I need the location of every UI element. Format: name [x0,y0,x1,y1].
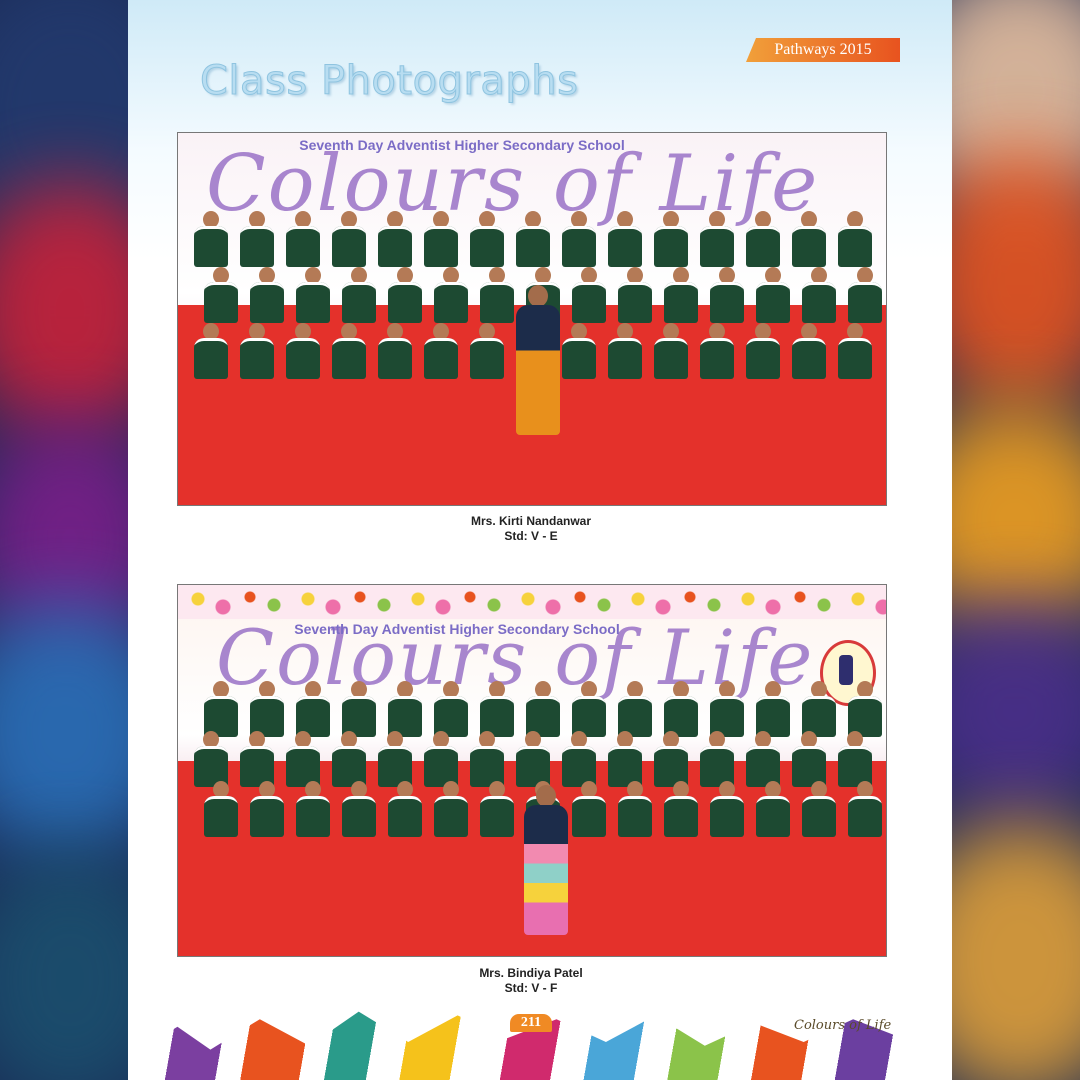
photo-1-caption: Mrs. Kirti Nandanwar Std: V - E [177,514,885,544]
photo-1-teacher: Mrs. Kirti Nandanwar [470,514,592,528]
student-figure [386,267,424,323]
student-figure [790,323,828,379]
student-figure [698,211,736,267]
yearbook-page: Pathways 2015 Class Photographs Colours … [128,0,952,1080]
student-figure [386,781,424,837]
student-figure [790,211,828,267]
student-figure [294,267,332,323]
student-figure [836,323,874,379]
student-figure [846,267,884,323]
student-figure [294,781,332,837]
student-figure [238,323,276,379]
pathways-tag: Pathways 2015 [746,38,900,62]
student-figure [652,323,690,379]
student-figure [376,323,414,379]
student-figure [422,211,460,267]
student-figure [744,211,782,267]
student-figure [422,323,460,379]
student-figure [432,781,470,837]
student-figure [662,267,700,323]
student-figure [652,211,690,267]
student-figure [202,781,240,837]
student-figure [616,267,654,323]
student-figure [606,323,644,379]
photo-1-std: Std: V - E [504,529,558,543]
student-figure [662,781,700,837]
student-figure [708,781,746,837]
student-figure [376,211,414,267]
student-figure [698,323,736,379]
student-figure [284,211,322,267]
student-figure [570,267,608,323]
student-figure [800,781,838,837]
students-row-back [178,207,886,267]
student-figure [836,211,874,267]
photo-2-caption: Mrs. Bindiya Patel Std: V - F [177,966,885,996]
student-figure [744,323,782,379]
student-figure [754,781,792,837]
student-figure [616,781,654,837]
student-figure [340,267,378,323]
student-figure [248,267,286,323]
student-figure [284,323,322,379]
student-figure [340,781,378,837]
footer-brand: Colours of Life [794,1018,892,1033]
student-figure [478,267,516,323]
student-figure [330,323,368,379]
photo-1-school-name: Seventh Day Adventist Higher Secondary S… [299,137,625,153]
student-figure [560,211,598,267]
student-figure [202,267,240,323]
teacher-figure [514,285,562,435]
photo-2-std: Std: V - F [504,981,558,995]
student-figure [432,267,470,323]
page-number: 211 [510,1014,552,1032]
student-figure [330,211,368,267]
student-figure [478,781,516,837]
student-figure [192,211,230,267]
student-figure [238,211,276,267]
student-figure [514,211,552,267]
class-photo-1: Colours of Life Seventh Day Adventist Hi… [177,132,887,506]
photo-2-school-name: Seventh Day Adventist Higher Secondary S… [294,621,620,637]
student-figure [570,781,608,837]
student-figure [800,267,838,323]
photo-2-teacher: Mrs. Bindiya Patel [479,966,583,980]
student-figure [192,323,230,379]
student-figure [560,323,598,379]
class-photo-2: Colours of Life Seventh Day Adventist Hi… [177,584,887,957]
student-figure [248,781,286,837]
teacher-figure [522,785,570,935]
student-figure [846,781,884,837]
student-figure [606,211,644,267]
student-figure [754,267,792,323]
page-title: Class Photographs [199,58,579,105]
student-figure [708,267,746,323]
student-figure [468,211,506,267]
student-figure [468,323,506,379]
